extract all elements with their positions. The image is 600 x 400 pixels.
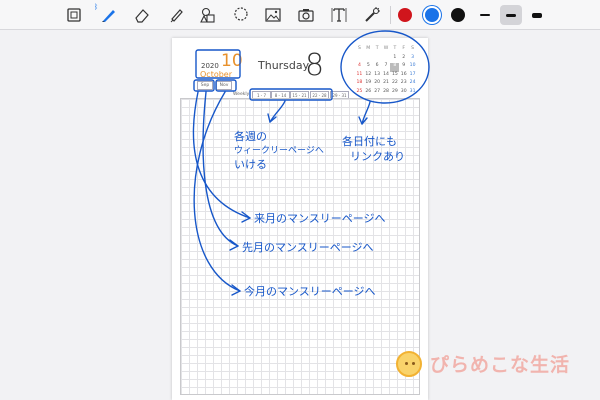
calendar-day[interactable]: 21 [382,80,391,89]
month-number[interactable]: 10 [221,51,243,71]
calendar-day[interactable]: 22 [390,80,399,89]
weekday-header: W [383,46,389,51]
toolbar: ᛒ [0,0,600,30]
daily-note: 各日付にも リンクあり [342,134,405,164]
calendar-week-row: 4 5 6 7 8 9 10 [355,63,417,72]
calendar-day [382,55,391,64]
stroke-thin-option[interactable] [474,5,496,25]
calendar-day[interactable]: 31 [408,89,417,98]
day-number: 8 [305,48,325,83]
calendar-day[interactable]: 9 [399,63,408,72]
calendar-week-row: 123 [355,55,417,64]
calendar-day[interactable]: 5 [364,63,373,72]
weekly-note-line1: 各週の [234,130,267,143]
stroke-medium-option[interactable] [500,5,522,25]
weekday-header: S [357,46,361,51]
next-month-note: 来月のマンスリーページへ [254,212,386,225]
calendar-day[interactable]: 6 [373,63,382,72]
eraser-icon[interactable] [132,5,152,25]
zoom-icon[interactable] [64,5,84,25]
mini-calendar: S M T W T F S 1 2 3 4 5 6 7 8 9 10 11 12 13 14 15 16 17 18 19 20 21… [355,46,417,98]
weekday-header: F [402,46,406,51]
next-month-button[interactable]: Nov [216,81,232,90]
calendar-day[interactable]: 20 [373,80,382,89]
weekday-header: T [393,46,397,51]
calendar-week-row: 25 26 27 28 29 30 31 [355,89,417,98]
daily-note-line2: リンクあり [350,150,405,163]
calendar-day[interactable]: 1 [390,55,399,64]
calendar-day[interactable]: 10 [408,63,417,72]
weekly-note-line2: ウィークリーページへ [234,146,324,156]
toolbar-divider [390,6,391,24]
calendar-day[interactable]: 28 [382,89,391,98]
calendar-day[interactable]: 2 [399,55,408,64]
weekly-note: 各週の ウィークリーページへ いける [234,130,324,172]
smiley-face-icon [396,350,422,377]
daily-note-line1: 各日付にも [342,135,397,148]
calendar-day[interactable]: 25 [355,89,364,98]
lasso-icon[interactable] [231,5,251,25]
prev-month-label: Sep [200,83,210,88]
laser-pointer-icon[interactable] [362,5,382,25]
calendar-day [373,55,382,64]
watermark-text: ぴらめこな生活 [430,354,571,376]
calendar-day[interactable]: 30 [399,89,408,98]
text-icon[interactable] [329,5,349,25]
prev-month-note: 先月のマンスリーページへ [242,241,374,254]
weekday-header: M [366,46,371,51]
calendar-day[interactable]: 24 [408,80,417,89]
this-month-note: 今月のマンスリーページへ [244,285,376,298]
next-month-label: Nov [219,83,229,88]
year-label: 2020 [201,62,219,70]
color-blue-swatch[interactable] [425,8,439,22]
calendar-day [364,55,373,64]
calendar-day[interactable]: 27 [373,89,382,98]
prev-month-button[interactable]: Sep [197,81,213,90]
week-range-label: 8 - 14 [274,92,287,98]
week-range-label: 1 - 7 [256,92,267,98]
calendar-day[interactable]: 18 [355,80,364,89]
calendar-day[interactable]: 4 [355,63,364,72]
calendar-week-row: 18 19 20 21 22 23 24 [355,80,417,89]
stroke-thick-option[interactable] [526,5,548,25]
camera-icon[interactable] [296,5,316,25]
calendar-day[interactable]: 8 [390,63,400,72]
calendar-day[interactable]: 7 [382,63,391,72]
calendar-day[interactable]: 23 [399,80,408,89]
weekly-note-line3: いける [234,158,267,171]
calendar-day [355,55,364,64]
color-black-swatch[interactable] [451,8,465,22]
image-icon[interactable] [263,5,283,25]
watermark: ぴらめこな生活 [396,350,570,377]
color-red-swatch[interactable] [398,8,412,22]
pen-icon[interactable] [98,5,118,25]
weekday-header: T [375,46,379,51]
shapes-icon[interactable] [198,5,218,25]
calendar-day[interactable]: 3 [408,55,417,64]
weekday-header: S [411,46,415,51]
day-name: Thursday [258,59,310,72]
month-name[interactable]: October [200,70,232,79]
calendar-day[interactable]: 26 [364,89,373,98]
week-range-label: 29 - 31 [332,92,347,98]
weekly-label: Weekly [233,92,250,97]
week-range-label: 15 - 21 [292,92,307,98]
calendar-day[interactable]: 29 [390,89,399,98]
calendar-header-row: SMTWTFS [355,46,417,55]
highlighter-icon[interactable] [166,5,186,25]
calendar-day[interactable]: 19 [364,80,373,89]
week-range-label: 22 - 28 [312,92,327,98]
